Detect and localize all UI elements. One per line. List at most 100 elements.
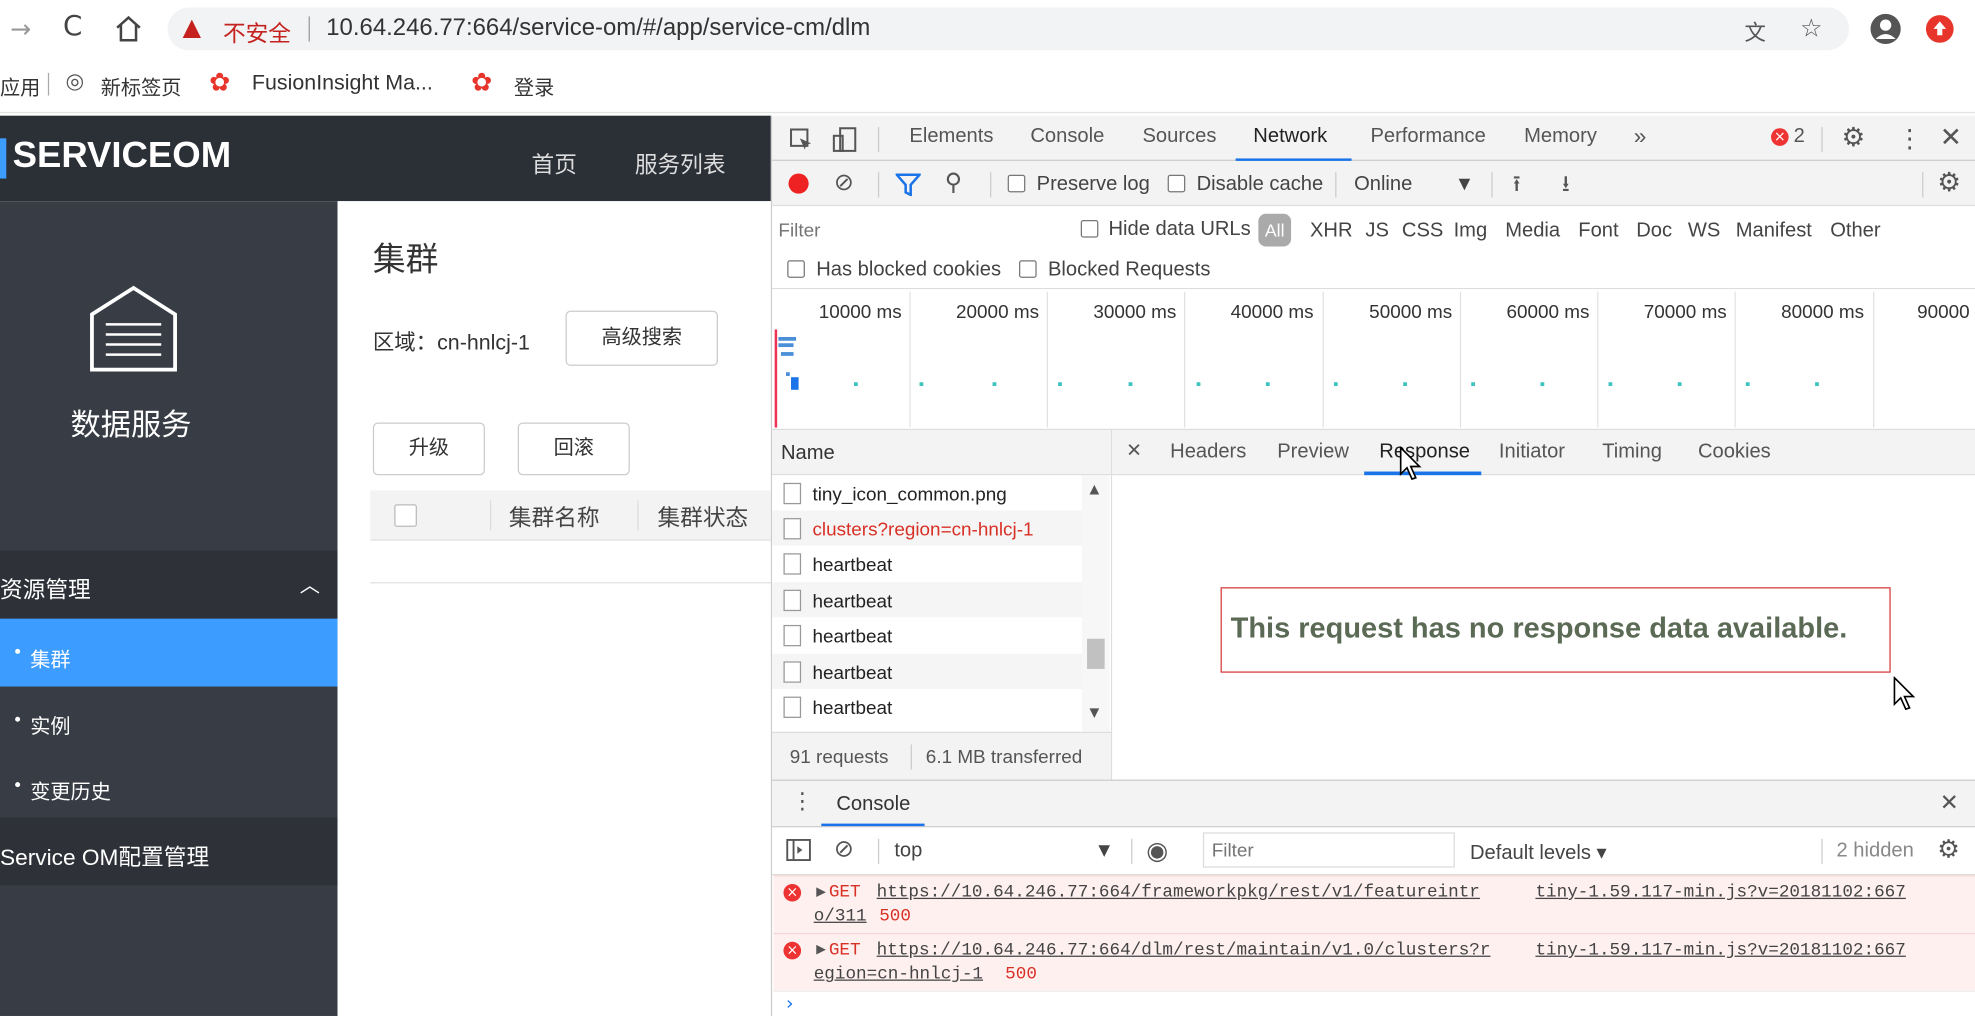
blocked-requests-checkbox[interactable]	[1019, 260, 1037, 278]
search-icon[interactable]: ⚲	[945, 168, 963, 196]
filter-type-all[interactable]: All	[1258, 213, 1292, 247]
request-row[interactable]: heartbeat	[772, 582, 1082, 618]
drawer-menu-icon[interactable]: ⋮	[791, 788, 814, 814]
console-filter-input[interactable]	[1202, 832, 1455, 868]
drawer-tab-console[interactable]: Console	[836, 793, 910, 816]
export-har-icon[interactable]: ⭳	[1562, 168, 1570, 206]
filter-icon[interactable]	[895, 173, 921, 197]
filter-type-img[interactable]: Img	[1454, 220, 1488, 243]
tab-initiator[interactable]: Initiator	[1499, 441, 1565, 464]
eye-icon[interactable]: ◉	[1146, 835, 1168, 865]
tab-network[interactable]: Network	[1253, 126, 1327, 149]
clear-console-icon[interactable]: ⊘	[834, 835, 854, 863]
dropdown-arrow-icon[interactable]: ▼	[1459, 175, 1471, 193]
app-logo[interactable]: SERVICEOM	[13, 136, 232, 177]
sidebar-item-history[interactable]: 变更历史	[0, 752, 338, 817]
sidebar-item-config[interactable]: Service OM配置管理	[0, 817, 338, 886]
tab-response[interactable]: Response	[1379, 441, 1470, 464]
bookmark-login[interactable]: 登录	[514, 70, 554, 100]
filter-type-doc[interactable]: Doc	[1636, 220, 1672, 243]
tab-memory[interactable]: Memory	[1524, 126, 1597, 149]
clear-icon[interactable]: ⊘	[834, 168, 854, 196]
network-settings-icon[interactable]: ⚙	[1937, 167, 1961, 197]
console-error-row[interactable]: × ▶ GET https://10.64.246.77:664/dlm/res…	[773, 932, 1975, 991]
request-row[interactable]: heartbeat	[772, 653, 1082, 690]
tab-cookies[interactable]: Cookies	[1698, 441, 1771, 464]
error-url-continued[interactable]: egion=cn-hnlcj-1	[814, 964, 983, 984]
star-icon[interactable]: ☆	[1800, 13, 1823, 43]
error-url[interactable]: https://10.64.246.77:664/frameworkpkg/re…	[877, 883, 1480, 903]
select-all-checkbox[interactable]	[394, 504, 417, 527]
request-row[interactable]: clusters?region=cn-hnlcj-1	[772, 510, 1082, 546]
more-tabs-button[interactable]: »	[1634, 123, 1647, 149]
error-url[interactable]: https://10.64.246.77:664/dlm/rest/mainta…	[877, 941, 1491, 961]
tab-elements[interactable]: Elements	[909, 126, 993, 149]
sidebar-toggle-icon[interactable]	[786, 839, 811, 862]
disable-cache-checkbox[interactable]	[1167, 174, 1186, 193]
tab-timing[interactable]: Timing	[1602, 441, 1662, 464]
column-header[interactable]: 集群名称	[509, 500, 600, 533]
filter-type-media[interactable]: Media	[1505, 220, 1560, 243]
tab-headers[interactable]: Headers	[1170, 441, 1246, 464]
preserve-log-checkbox[interactable]	[1007, 174, 1026, 193]
profile-icon[interactable]	[1869, 13, 1902, 46]
filter-type-manifest[interactable]: Manifest	[1736, 220, 1812, 243]
name-column-header[interactable]: Name	[781, 443, 835, 466]
column-header[interactable]: 集群状态	[658, 500, 749, 533]
bookmark-apps[interactable]: 应用	[0, 70, 40, 100]
request-row[interactable]: heartbeat	[772, 689, 1082, 725]
request-row[interactable]: tiny_icon_common.png	[772, 475, 1082, 511]
log-levels-select[interactable]: Default levels ▾	[1470, 840, 1607, 865]
scroll-down-icon[interactable]: ▼	[1090, 707, 1100, 721]
sidebar-group-resource[interactable]: 资源管理 ︿	[0, 550, 338, 619]
request-row[interactable]: heartbeat	[772, 545, 1082, 581]
filter-type-ws[interactable]: WS	[1688, 220, 1720, 243]
sidebar-item-cluster[interactable]: 集群	[0, 618, 338, 687]
bookmark-new-tab[interactable]: 新标签页	[101, 70, 182, 100]
translate-icon[interactable]: 文	[1745, 15, 1766, 46]
nav-service-list[interactable]: 服务列表	[635, 147, 726, 180]
scroll-up-icon[interactable]: ▲	[1090, 483, 1100, 497]
dropdown-arrow-icon[interactable]: ▼	[1098, 841, 1110, 859]
filter-type-xhr[interactable]: XHR	[1310, 220, 1353, 243]
error-source-link[interactable]: tiny-1.59.117-min.js?v=20181102:667	[1535, 941, 1905, 961]
advanced-search-button[interactable]: 高级搜索	[565, 310, 718, 366]
expand-arrow-icon[interactable]: ▶	[816, 943, 826, 957]
device-toggle-icon[interactable]	[831, 126, 859, 154]
kebab-menu-icon[interactable]: ⋮	[1897, 123, 1922, 153]
blocked-cookies-checkbox[interactable]	[787, 260, 805, 278]
close-detail-icon[interactable]: ✕	[1126, 439, 1142, 462]
import-har-icon[interactable]: ⭱	[1513, 168, 1521, 206]
filter-input[interactable]	[778, 215, 1056, 246]
error-url-continued[interactable]: o/311	[814, 907, 867, 927]
address-bar[interactable]: ▲ 不安全 10.64.246.77:664/service-om/#/app/…	[167, 7, 1850, 51]
nav-home[interactable]: 首页	[532, 147, 577, 180]
upgrade-button[interactable]: 升级	[372, 422, 485, 476]
record-button[interactable]	[788, 173, 809, 194]
request-list-scrollbar[interactable]: ▲ ▼	[1081, 475, 1110, 732]
rollback-button[interactable]: 回滚	[517, 422, 630, 476]
console-error-row[interactable]: × ▶ GET https://10.64.246.77:664/framewo…	[773, 875, 1975, 933]
console-prompt-row[interactable]: ›	[773, 990, 1975, 1016]
request-row[interactable]: heartbeat	[772, 617, 1082, 653]
tab-console[interactable]: Console	[1030, 126, 1104, 149]
tab-performance[interactable]: Performance	[1370, 126, 1485, 149]
filter-type-other[interactable]: Other	[1830, 220, 1880, 243]
throttling-select[interactable]: Online	[1354, 174, 1412, 197]
forward-icon[interactable]: →	[10, 14, 31, 44]
chevron-up-icon[interactable]: ︿	[300, 568, 320, 598]
close-drawer-icon[interactable]: ✕	[1940, 790, 1959, 816]
inspect-icon[interactable]	[789, 127, 814, 152]
update-icon[interactable]	[1925, 14, 1955, 44]
context-select[interactable]: top	[894, 840, 922, 863]
settings-icon[interactable]: ⚙	[1842, 122, 1866, 152]
error-count[interactable]: 2	[1794, 126, 1805, 149]
sidebar-item-instance[interactable]: 实例	[0, 687, 338, 752]
expand-arrow-icon[interactable]: ▶	[816, 885, 826, 899]
scrollbar-thumb[interactable]	[1087, 638, 1105, 669]
tab-preview[interactable]: Preview	[1277, 441, 1349, 464]
tab-sources[interactable]: Sources	[1142, 126, 1216, 149]
error-source-link[interactable]: tiny-1.59.117-min.js?v=20181102:667	[1535, 883, 1905, 903]
hide-data-urls-checkbox[interactable]	[1080, 220, 1099, 238]
home-icon[interactable]	[113, 14, 143, 44]
